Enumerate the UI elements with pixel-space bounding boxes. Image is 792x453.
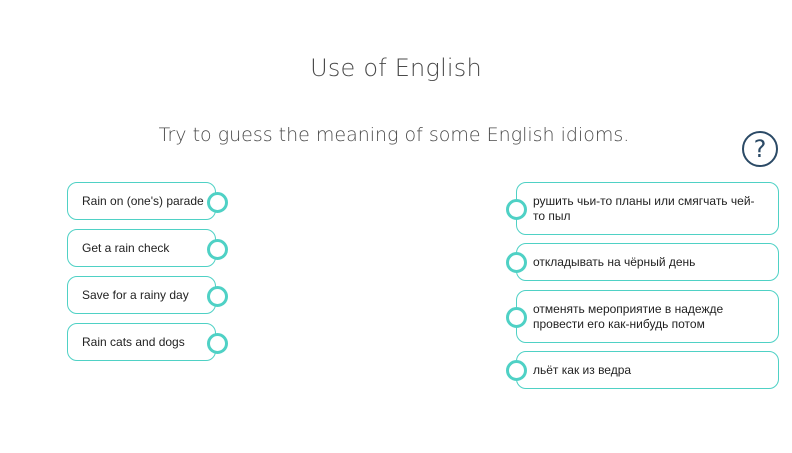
connector-handle[interactable] [506, 252, 527, 273]
meaning-card[interactable]: рушить чьи-то планы или смягчать чей-то … [506, 182, 779, 235]
idiom-label: Save for a rainy day [82, 288, 189, 302]
connector-handle[interactable] [207, 286, 228, 307]
connector-handle[interactable] [506, 360, 527, 381]
help-button[interactable]: ? [742, 131, 778, 167]
connector-handle[interactable] [506, 306, 527, 328]
idiom-label: Rain cats and dogs [82, 335, 185, 349]
idiom-card[interactable]: Save for a rainy day [67, 276, 228, 314]
idiom-label: Get a rain check [82, 241, 170, 255]
idiom-card[interactable]: Rain cats and dogs [67, 323, 228, 361]
meaning-card[interactable]: отменять мероприятие в надежде провести … [506, 290, 779, 343]
connector-handle[interactable] [207, 333, 228, 354]
page-title: Use of English [310, 54, 482, 82]
meaning-label: отменять мероприятие в надежде провести … [533, 301, 724, 331]
meaning-card[interactable]: льёт как из ведра [506, 351, 779, 389]
meaning-label: льёт как из ведра [533, 362, 632, 377]
instructions-text: Try to guess the meaning of some English… [158, 124, 630, 146]
connector-handle[interactable] [207, 192, 228, 213]
connector-handle[interactable] [207, 239, 228, 260]
meaning-card[interactable]: откладывать на чёрный день [506, 243, 779, 281]
idiom-label: Rain on (one's) parade [82, 194, 204, 208]
meaning-label: откладывать на чёрный день [533, 254, 696, 269]
meaning-label: рушить чьи-то планы или смягчать чей-то … [533, 193, 755, 223]
idiom-card[interactable]: Rain on (one's) parade [67, 182, 228, 220]
connector-handle[interactable] [506, 198, 527, 220]
question-mark-icon: ? [753, 135, 767, 163]
idiom-card[interactable]: Get a rain check [67, 229, 228, 267]
